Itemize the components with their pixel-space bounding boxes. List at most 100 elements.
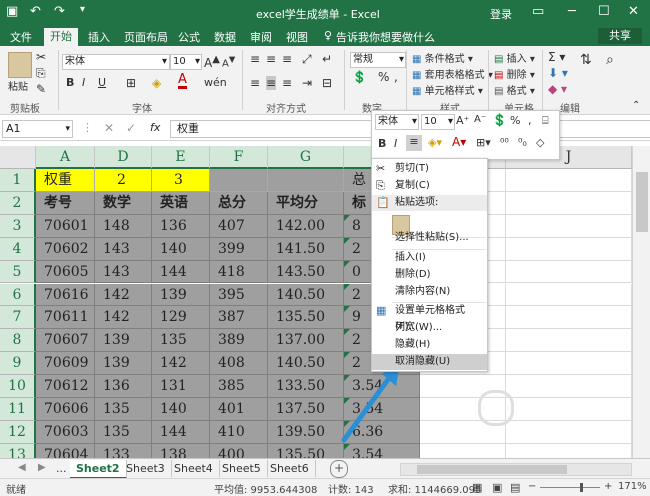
tab-review[interactable]: 审阅: [250, 29, 272, 45]
data-cell[interactable]: 136: [95, 375, 152, 398]
empty-cell[interactable]: [506, 191, 632, 215]
data-cell[interactable]: 70607: [36, 329, 95, 353]
empty-cell[interactable]: [506, 375, 632, 398]
data-cell[interactable]: 133.50: [268, 375, 344, 398]
format-cells-button[interactable]: ▤ 格式 ▾: [494, 82, 535, 97]
increase-font-icon[interactable]: A▲: [204, 54, 220, 70]
undo-icon[interactable]: ↶: [30, 4, 41, 19]
weight-cell[interactable]: [268, 169, 344, 192]
borders-icon[interactable]: ⊞: [126, 76, 136, 90]
row-header[interactable]: 5: [0, 260, 36, 284]
tab-home[interactable]: 开始: [44, 28, 78, 46]
indent-icon[interactable]: ⇥: [302, 76, 312, 90]
data-cell[interactable]: 140: [152, 398, 210, 421]
data-cell[interactable]: 142.00: [268, 214, 344, 238]
menu-copy[interactable]: ⎘ 复制(C): [372, 178, 487, 194]
weight-cell[interactable]: 3: [152, 169, 210, 192]
data-cell[interactable]: 136: [152, 214, 210, 238]
menu-clear-contents[interactable]: 清除内容(N): [372, 284, 487, 300]
row-header[interactable]: 6: [0, 283, 36, 307]
restore-button[interactable]: ☐: [598, 4, 610, 19]
data-cell[interactable]: 142: [152, 352, 210, 376]
column-header-f[interactable]: F: [210, 146, 268, 169]
data-cell[interactable]: 70603: [36, 420, 95, 444]
paste-button[interactable]: 粘贴: [8, 78, 28, 93]
menu-paste-special[interactable]: 选择性粘贴(S)...: [372, 230, 487, 246]
weight-cell[interactable]: 2: [95, 169, 152, 192]
data-cell[interactable]: 389: [210, 329, 268, 353]
mini-decrease-font-icon[interactable]: A⁻: [474, 114, 486, 125]
data-cell[interactable]: 407: [210, 214, 268, 238]
add-sheet-button[interactable]: +: [330, 460, 348, 478]
zoom-slider-thumb[interactable]: [580, 483, 583, 492]
minimize-button[interactable]: ─: [568, 4, 576, 19]
weight-cell[interactable]: [210, 169, 268, 192]
align-center-icon[interactable]: ≡: [266, 76, 277, 90]
mini-font-color-icon[interactable]: A▾: [452, 135, 466, 149]
mini-clear-icon[interactable]: ◇: [536, 136, 544, 149]
tab-data[interactable]: 数据: [214, 29, 236, 45]
empty-cell[interactable]: [506, 237, 632, 261]
normal-view-icon[interactable]: ▦: [472, 481, 482, 494]
column-header-a[interactable]: A: [36, 146, 95, 169]
mini-format-painter-icon[interactable]: ⌸: [542, 114, 549, 128]
weight-cell[interactable]: 权重: [36, 169, 95, 192]
accounting-icon[interactable]: 💲: [352, 70, 367, 84]
empty-cell[interactable]: [506, 169, 632, 192]
data-cell[interactable]: 143: [95, 260, 152, 284]
scroll-left-icon[interactable]: ◀: [18, 462, 26, 473]
italic-button[interactable]: I: [82, 76, 85, 89]
number-format-combo[interactable]: 常规 ▾: [350, 52, 406, 68]
data-cell[interactable]: 142: [95, 306, 152, 330]
menu-hide[interactable]: 隐藏(H): [372, 337, 487, 353]
page-layout-view-icon[interactable]: ▣: [492, 481, 502, 494]
data-cell[interactable]: 70605: [36, 260, 95, 284]
data-cell[interactable]: 140.50: [268, 352, 344, 376]
mini-fill-color-icon[interactable]: ◈▾: [428, 136, 442, 149]
data-cell[interactable]: 129: [152, 306, 210, 330]
copy-icon[interactable]: ⎘: [36, 66, 46, 81]
row-header[interactable]: 3: [0, 214, 36, 238]
horizontal-scrollbar[interactable]: [400, 463, 632, 476]
mini-increase-decimal-icon[interactable]: ⁰⁰: [500, 136, 509, 149]
data-cell[interactable]: 401: [210, 398, 268, 421]
data-cell[interactable]: 399: [210, 237, 268, 261]
mini-center-button[interactable]: ≡: [406, 135, 422, 151]
zoom-in-icon[interactable]: +: [604, 481, 612, 492]
data-cell[interactable]: 135: [95, 420, 152, 444]
mini-accounting-icon[interactable]: 💲: [492, 113, 507, 127]
mini-increase-font-icon[interactable]: A⁺: [456, 114, 469, 127]
data-cell[interactable]: 137.50: [268, 398, 344, 421]
sheet-tab-sheet3[interactable]: Sheet3: [120, 460, 172, 477]
empty-cell[interactable]: [506, 352, 632, 376]
zoom-level[interactable]: 171%: [618, 481, 647, 492]
format-as-table-button[interactable]: ▦ 套用表格格式 ▾: [412, 66, 493, 81]
zoom-slider[interactable]: [540, 483, 600, 492]
empty-cell[interactable]: [506, 306, 632, 330]
find-select-icon[interactable]: ⌕: [606, 52, 614, 68]
data-cell[interactable]: 385: [210, 375, 268, 398]
share-button[interactable]: 共享: [598, 28, 642, 44]
empty-cell[interactable]: [506, 398, 632, 421]
menu-delete[interactable]: 删除(D): [372, 267, 487, 283]
save-icon[interactable]: ▣: [6, 4, 18, 19]
data-cell[interactable]: 70611: [36, 306, 95, 330]
data-cell[interactable]: 70609: [36, 352, 95, 376]
sheet-tab-sheet2[interactable]: Sheet2: [70, 460, 127, 479]
data-cell[interactable]: 135: [95, 398, 152, 421]
data-cell[interactable]: 387: [210, 306, 268, 330]
data-cell[interactable]: 139: [95, 329, 152, 353]
orientation-icon[interactable]: ⤢: [302, 52, 312, 67]
ribbon-display-options-icon[interactable]: ▭: [532, 4, 544, 19]
empty-cell[interactable]: [506, 283, 632, 307]
data-cell[interactable]: 137.00: [268, 329, 344, 353]
data-cell[interactable]: 148: [95, 214, 152, 238]
cell-styles-button[interactable]: ▦ 单元格样式 ▾: [412, 82, 483, 97]
row-header[interactable]: 7: [0, 306, 36, 330]
row-header[interactable]: 10: [0, 375, 36, 398]
formula-bar-options-icon[interactable]: ⋮: [82, 121, 93, 134]
mini-decrease-decimal-icon[interactable]: ⁰₀: [518, 136, 527, 149]
data-cell[interactable]: 410: [210, 420, 268, 444]
fill-icon[interactable]: ⬇ ▾: [548, 66, 568, 80]
row-header[interactable]: 4: [0, 237, 36, 261]
